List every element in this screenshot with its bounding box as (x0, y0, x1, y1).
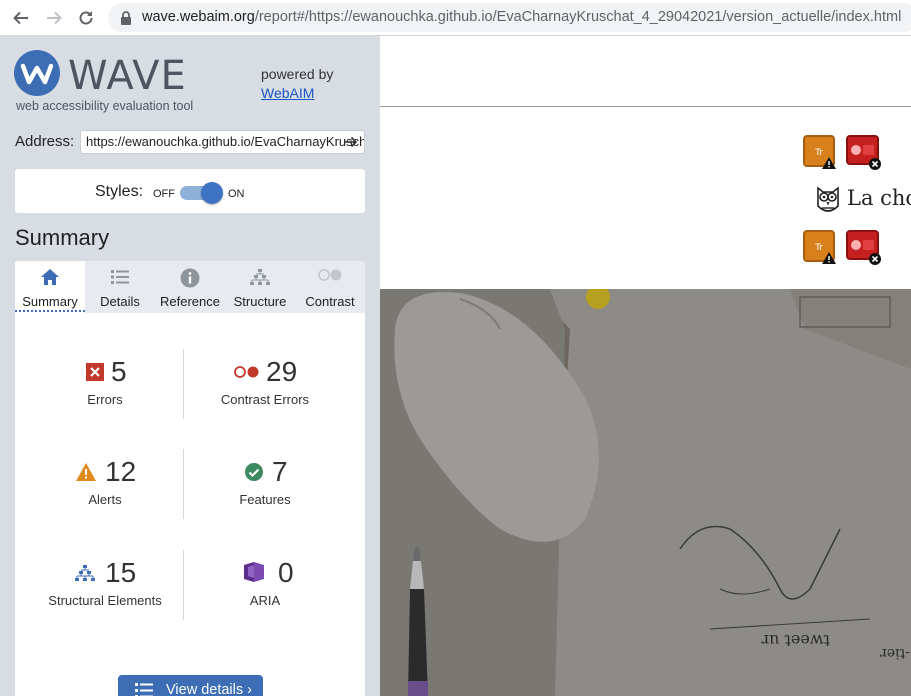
webaim-link[interactable]: WebAIM (261, 85, 314, 101)
site-title: La chou (847, 186, 911, 210)
tab-reference[interactable]: Reference (155, 261, 225, 313)
forward-button[interactable] (42, 6, 66, 30)
features-count: 7 (272, 456, 288, 487)
view-details-label: View details › (166, 682, 252, 696)
structural-count: 15 (105, 557, 137, 588)
styles-toggle-knob[interactable] (201, 182, 223, 204)
arrow-right-icon (345, 136, 358, 148)
address-input[interactable]: https://ewanouchka.github.io/EvaCharnayK… (80, 130, 365, 154)
structural-elements-stat[interactable]: 15 Structural Elements (25, 557, 185, 637)
errors-count: 5 (111, 356, 127, 387)
structural-label: Structural Elements (48, 593, 162, 608)
contrast-errors-count: 29 (266, 356, 298, 387)
address-label: Address: (15, 133, 75, 150)
powered-by-text: powered by (261, 66, 334, 82)
address-go-button[interactable] (343, 134, 359, 150)
wave-sidebar: WAVE web accessibility evaluation tool p… (0, 36, 380, 696)
aria-label: ARIA (249, 593, 281, 608)
svg-text:tweet ur: tweet ur (761, 631, 830, 650)
aria-count: 0 (278, 557, 294, 588)
tab-details[interactable]: Details (85, 261, 155, 313)
stat-divider (183, 449, 184, 519)
aria-cube-icon (244, 562, 264, 582)
list-icon (111, 270, 129, 284)
reload-button[interactable] (74, 6, 98, 30)
arrow-left-icon (13, 11, 28, 25)
list-icon (135, 683, 153, 696)
panel-tabs: Summary Details Reference Structure Cont… (15, 261, 365, 313)
svg-text:Tr: Tr (814, 148, 823, 158)
wave-logo-text: WAVE (68, 53, 187, 99)
tab-details-label: Details (100, 294, 140, 309)
errors-stat[interactable]: 5 Errors (25, 356, 185, 436)
summary-heading: Summary (15, 225, 110, 250)
summary-panel: Summary Details Reference Structure Cont… (15, 261, 365, 696)
tab-summary-label: Summary (22, 294, 78, 309)
view-details-button[interactable]: View details › (118, 675, 263, 696)
svg-text:-tier: -tier (880, 645, 910, 661)
stat-divider (183, 550, 184, 620)
error-icon (86, 363, 104, 381)
preview-top-bar (380, 36, 911, 107)
error-marker-icon[interactable] (846, 135, 881, 170)
tab-structure[interactable]: Structure (225, 261, 295, 313)
stat-divider (183, 349, 184, 419)
styles-off-label: OFF (153, 188, 175, 200)
alert-marker-icon[interactable]: Tr (803, 135, 836, 169)
alerts-count: 12 (105, 456, 137, 487)
styles-toggle-box: Styles: OFF ON (15, 169, 365, 213)
tab-contrast-label: Contrast (305, 294, 355, 309)
styles-on-label: ON (228, 188, 245, 200)
alerts-stat[interactable]: 12 Alerts (25, 456, 185, 536)
wave-tagline: web accessibility evaluation tool (16, 99, 194, 113)
arrow-right-icon (47, 11, 62, 25)
contrast-icon (318, 269, 342, 281)
hierarchy-icon (75, 565, 95, 581)
contrast-errors-stat[interactable]: 29 Contrast Errors (185, 356, 345, 436)
alerts-label: Alerts (88, 492, 122, 507)
info-icon (180, 268, 200, 288)
contrast-error-icon (234, 366, 259, 378)
hierarchy-icon (250, 269, 270, 285)
styles-label: Styles: (95, 183, 144, 200)
svg-text:Tr: Tr (814, 243, 823, 253)
url-text: wave.webaim.org/report#/https://ewanouch… (142, 9, 901, 25)
reload-icon (79, 11, 93, 25)
hero-image: tweet ur -tier (380, 289, 911, 696)
tab-structure-label: Structure (233, 294, 287, 309)
alert-marker-icon[interactable]: Tr (803, 230, 836, 264)
url-host: wave.webaim.org (142, 9, 255, 25)
browser-toolbar: wave.webaim.org/report#/https://ewanouch… (0, 0, 911, 36)
features-label: Features (239, 492, 291, 507)
url-bar[interactable]: wave.webaim.org/report#/https://ewanouch… (108, 3, 911, 32)
tab-summary[interactable]: Summary (15, 261, 85, 313)
home-icon (41, 269, 59, 285)
url-path: /report#/https://ewanouchka.github.io/Ev… (254, 9, 902, 25)
errors-label: Errors (87, 392, 123, 407)
error-marker-icon[interactable] (846, 230, 881, 265)
features-stat[interactable]: 7 Features (185, 456, 345, 536)
tab-reference-label: Reference (160, 294, 220, 309)
tab-contrast[interactable]: Contrast (295, 261, 365, 313)
alert-icon (76, 463, 96, 481)
owl-logo-icon (817, 186, 839, 212)
contrast-errors-label: Contrast Errors (220, 392, 310, 407)
aria-stat[interactable]: 0 ARIA (185, 557, 345, 637)
wave-logo-icon (14, 50, 60, 96)
back-button[interactable] (9, 6, 33, 30)
page-preview: Tr La chou Tr (380, 36, 911, 696)
lock-icon (121, 11, 131, 25)
feature-check-icon (245, 463, 263, 481)
